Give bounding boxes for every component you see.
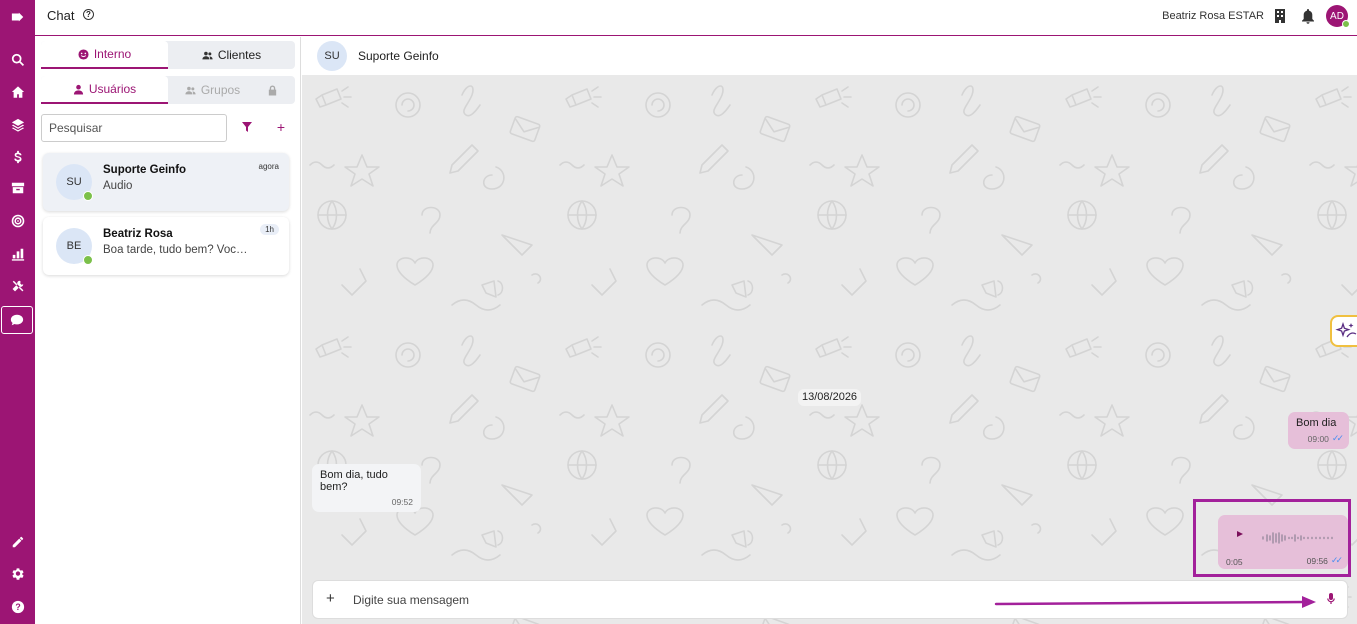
conversation-item[interactable]: SU Suporte Geinfo Áudio agora: [43, 153, 289, 211]
conversation-time: 1h: [260, 224, 279, 235]
avatar: SU: [56, 164, 93, 201]
tools-icon[interactable]: [0, 272, 35, 300]
contact-name[interactable]: Suporte Geinfo: [358, 49, 439, 63]
message-time: 09:00: [1307, 433, 1329, 444]
smile-icon: [78, 48, 89, 60]
conversation-preview: Boa tarde, tudo bem? Você c...: [103, 244, 253, 256]
person-icon: [73, 84, 83, 95]
help-circle-icon[interactable]: ?: [83, 9, 94, 20]
message-text: Bom dia: [1296, 417, 1337, 429]
tab-usuarios[interactable]: Usuários: [41, 76, 168, 104]
search-icon[interactable]: [0, 46, 35, 74]
menu-expand-icon[interactable]: [0, 3, 35, 31]
conversation-panel: Interno Clientes Usuários Grupos + SU Su…: [35, 37, 301, 624]
filter-icon[interactable]: [240, 120, 254, 134]
message-time: 09:52: [391, 497, 413, 507]
message-bubble-outgoing[interactable]: Bom dia 09:00 ✓✓: [1288, 412, 1349, 449]
chat-messages-area: 13/08/2026 Bom dia 09:00 ✓✓ Bom dia, tud…: [302, 75, 1357, 624]
online-status-dot: [1342, 20, 1350, 28]
highlight-annotation-box: [1193, 499, 1351, 577]
conversation-name: Beatriz Rosa: [103, 228, 173, 240]
layers-icon[interactable]: [0, 111, 35, 139]
conversation-preview: Áudio: [103, 180, 133, 192]
avatar-initials: AD: [1330, 10, 1344, 22]
people-icon: [202, 51, 213, 59]
group-icon: [185, 86, 196, 94]
left-nav-rail: ?: [0, 0, 35, 624]
tab-grupos-label: Grupos: [200, 83, 241, 97]
microphone-icon[interactable]: [1327, 593, 1335, 608]
message-bubble-incoming[interactable]: Bom dia, tudo bem? 09:52: [312, 464, 421, 512]
ai-assistant-button[interactable]: [1330, 315, 1357, 347]
add-conversation-icon[interactable]: +: [274, 119, 288, 135]
conversation-name: Suporte Geinfo: [103, 164, 187, 176]
tab-usuarios-label: Usuários: [88, 82, 137, 96]
contact-avatar[interactable]: SU: [317, 41, 347, 71]
gear-icon[interactable]: [0, 560, 35, 588]
lock-icon: [269, 84, 277, 96]
avatar[interactable]: AD: [1326, 5, 1350, 28]
svg-text:?: ?: [15, 602, 20, 612]
online-status-dot: [83, 191, 93, 201]
building-icon[interactable]: [1274, 9, 1286, 26]
avatar: BE: [56, 228, 93, 265]
pencil-icon[interactable]: [0, 528, 35, 556]
home-icon[interactable]: [0, 78, 35, 106]
tab-interno-label: Interno: [93, 47, 132, 61]
page-title: Chat: [47, 8, 75, 23]
conversation-item[interactable]: BE Beatriz Rosa Boa tarde, tudo bem? Voc…: [43, 217, 289, 275]
bell-icon[interactable]: [1301, 9, 1315, 27]
message-input[interactable]: [353, 588, 953, 612]
conversation-time: agora: [258, 162, 279, 171]
chat-header: SU Suporte Geinfo: [302, 37, 1357, 75]
message-text: Bom dia, tudo bem?: [320, 469, 388, 493]
chart-icon[interactable]: [0, 240, 35, 268]
attach-button[interactable]: +: [326, 590, 335, 607]
contact-initials: SU: [324, 50, 340, 62]
tab-clientes[interactable]: Clientes: [168, 41, 295, 69]
tab-clientes-label: Clientes: [217, 48, 262, 62]
tab-switcher: Interno Clientes: [41, 41, 295, 69]
subtab-switcher: Usuários Grupos: [41, 76, 295, 104]
avatar-initials: SU: [66, 176, 82, 188]
help-icon[interactable]: ?: [0, 593, 35, 621]
avatar-initials: BE: [66, 240, 82, 252]
target-icon[interactable]: [0, 207, 35, 235]
online-status-dot: [83, 255, 93, 265]
annotation-arrow: [994, 596, 1316, 608]
archive-icon[interactable]: [0, 174, 35, 202]
sparkle-icon: [1335, 322, 1357, 338]
date-divider: 13/08/2026: [798, 389, 862, 406]
dollar-icon[interactable]: [0, 143, 35, 171]
tab-interno[interactable]: Interno: [41, 41, 168, 69]
user-name[interactable]: Beatriz Rosa ESTAR: [1162, 10, 1264, 22]
search-input[interactable]: [41, 114, 227, 142]
top-bar: Chat ? Beatriz Rosa ESTAR AD: [35, 0, 1357, 36]
chat-icon[interactable]: [1, 306, 33, 334]
tab-grupos[interactable]: Grupos: [168, 76, 295, 104]
read-ticks-icon: ✓✓: [1331, 433, 1344, 443]
